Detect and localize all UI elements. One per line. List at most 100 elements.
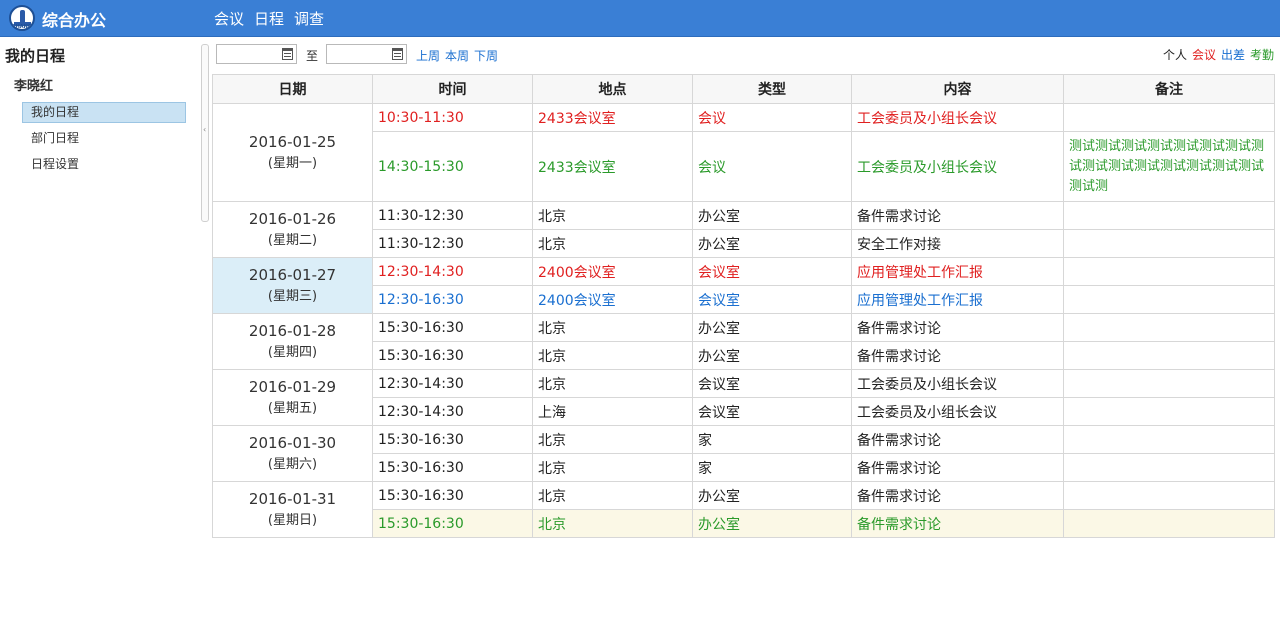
start-date-input[interactable] — [216, 44, 297, 64]
prev-week-link[interactable]: 上周 — [416, 47, 440, 64]
table-row[interactable]: 2016-01-30 (星期六) 15:30-16:30 北京家备件需求讨论 — [212, 425, 1275, 482]
date-cell[interactable]: 2016-01-30 (星期六) — [212, 425, 373, 482]
sidebar-user[interactable]: 李晓红 — [14, 75, 53, 94]
note-cell — [1063, 425, 1275, 454]
table-row[interactable]: 12:30-16:30 2400会议室 会议室 应用管理处工作汇报 — [213, 285, 1275, 314]
content-cell: 安全工作对接 — [851, 229, 1064, 258]
content-cell: 备件需求讨论 — [851, 201, 1064, 230]
type-legend: 个人 会议 出差 考勤 — [1163, 46, 1274, 63]
date-cell[interactable]: 2016-01-31 (星期日) — [212, 481, 373, 538]
type-cell: 办公室 — [692, 201, 852, 230]
logo-text: SHANGHAI — [12, 24, 33, 30]
legend-personal[interactable]: 个人 — [1163, 46, 1187, 63]
col-header-time[interactable]: 时间 — [372, 74, 533, 104]
time-cell: 15:30-16:30 — [372, 453, 533, 482]
app-logo[interactable]: SHANGHAI — [9, 5, 35, 31]
table-row[interactable]: 2016-01-27 (星期三) 12:30-14:30 2400会议室 会议室 应用管理… — [212, 257, 1275, 314]
time-cell: 14:30-15:30 — [372, 131, 533, 202]
time-cell: 11:30-12:30 — [372, 229, 533, 258]
table-row[interactable]: 2016-01-29 (星期五) 12:30-14:30 北京 会议室 工会委员及小组长会… — [212, 369, 1275, 426]
date-cell[interactable]: 2016-01-29 (星期五) — [212, 369, 373, 426]
type-cell: 会议室 — [692, 285, 852, 314]
weekday-text: (星期六) — [267, 456, 318, 472]
content-cell: 备件需求讨论 — [851, 341, 1064, 370]
table-row[interactable]: 15:30-16:30 北京 办公室 备件需求讨论 — [213, 341, 1275, 370]
table-row[interactable]: 12:30-14:30 上海 会议室 工会委员及小组长会议 — [213, 397, 1275, 426]
weekday-text: (星期五) — [267, 400, 318, 416]
note-cell — [1063, 341, 1275, 370]
note-cell — [1063, 201, 1275, 230]
calendar-icon[interactable] — [392, 48, 403, 60]
table-row[interactable]: 2016-01-31 (星期日) 15:30-16:30 北京 办公室 备件需求讨论 — [212, 481, 1275, 538]
time-cell: 15:30-16:30 — [372, 509, 533, 538]
col-header-note[interactable]: 备注 — [1063, 74, 1275, 104]
nav-schedule[interactable]: 日程 — [254, 8, 284, 29]
type-cell: 会议 — [692, 103, 852, 132]
note-cell — [1063, 453, 1275, 482]
legend-attendance[interactable]: 考勤 — [1250, 46, 1274, 63]
content-cell: 应用管理处工作汇报 — [851, 285, 1064, 314]
place-cell: 北京 — [532, 369, 693, 398]
content-cell: 工会委员及小组长会议 — [851, 103, 1064, 132]
place-cell: 北京 — [532, 201, 693, 230]
place-cell: 北京 — [532, 229, 693, 258]
table-header-row: 日期 时间 地点 类型 内容 备注 — [212, 74, 1275, 104]
sidebar-collapse-handle[interactable]: ‹ — [201, 44, 209, 222]
sidebar-item-dept-schedule[interactable]: 部门日程 — [22, 128, 186, 149]
place-cell: 北京 — [532, 341, 693, 370]
schedule-body: 2016-01-25 (星期一) 10:30-11:30 2433会议室 会议 工会委员及… — [212, 103, 1275, 538]
sidebar-item-schedule-settings[interactable]: 日程设置 — [22, 154, 186, 175]
note-cell — [1063, 397, 1275, 426]
date-text: 2016-01-28 — [248, 321, 337, 340]
weekday-text: (星期一) — [267, 155, 318, 171]
top-nav: 会议 日程 调查 — [214, 8, 324, 29]
table-row[interactable]: 15:30-16:30 北京家备件需求讨论 — [213, 453, 1275, 482]
weekday-text: (星期三) — [267, 288, 318, 304]
type-cell: 办公室 — [692, 509, 852, 538]
table-row[interactable]: 11:30-12:30 北京 办公室 安全工作对接 — [213, 229, 1275, 258]
type-cell: 会议室 — [692, 397, 852, 426]
place-cell: 北京 — [532, 425, 693, 454]
note-cell — [1063, 509, 1275, 538]
weekday-text: (星期日) — [267, 512, 318, 528]
calendar-icon[interactable] — [282, 48, 293, 60]
content-cell: 备件需求讨论 — [851, 425, 1064, 454]
legend-meeting[interactable]: 会议 — [1192, 46, 1216, 63]
end-date-input[interactable] — [326, 44, 407, 64]
note-cell: 测试测试测试测试测试测试测试测试测试测试测试测试测试测试测试测试测 — [1063, 131, 1275, 202]
content-cell: 备件需求讨论 — [851, 453, 1064, 482]
col-header-place[interactable]: 地点 — [532, 74, 693, 104]
time-cell: 10:30-11:30 — [372, 103, 533, 132]
date-cell[interactable]: 2016-01-27 (星期三) — [212, 257, 373, 314]
table-row[interactable]: 14:30-15:30 2433会议室 会议 工会委员及小组长会议 测试测试测试测试测试… — [213, 131, 1275, 202]
type-cell: 办公室 — [692, 481, 852, 510]
this-week-link[interactable]: 本周 — [445, 47, 469, 64]
col-header-type[interactable]: 类型 — [692, 74, 852, 104]
time-cell: 11:30-12:30 — [372, 201, 533, 230]
next-week-link[interactable]: 下周 — [474, 47, 498, 64]
sidebar-item-my-schedule[interactable]: 我的日程 — [22, 102, 186, 123]
table-row[interactable]: 2016-01-25 (星期一) 10:30-11:30 2433会议室 会议 工会委员及… — [212, 103, 1275, 202]
nav-meeting[interactable]: 会议 — [214, 8, 244, 29]
date-cell[interactable]: 2016-01-25 (星期一) — [212, 103, 373, 202]
content-cell: 工会委员及小组长会议 — [851, 397, 1064, 426]
date-text: 2016-01-26 — [248, 209, 337, 228]
content-cell: 工会委员及小组长会议 — [851, 131, 1064, 202]
col-header-date[interactable]: 日期 — [212, 74, 373, 104]
col-header-content[interactable]: 内容 — [851, 74, 1064, 104]
table-row[interactable]: 2016-01-28 (星期四) 15:30-16:30 北京 办公室 备件需求讨论 — [212, 313, 1275, 370]
place-cell: 2433会议室 — [532, 131, 693, 202]
note-cell — [1063, 481, 1275, 510]
date-cell[interactable]: 2016-01-28 (星期四) — [212, 313, 373, 370]
table-row[interactable]: 15:30-16:30 北京 办公室 备件需求讨论 — [213, 509, 1275, 538]
nav-survey[interactable]: 调查 — [294, 8, 324, 29]
app-title: 综合办公 — [42, 11, 107, 30]
legend-business-trip[interactable]: 出差 — [1221, 46, 1245, 63]
content-cell: 备件需求讨论 — [851, 481, 1064, 510]
time-cell: 12:30-14:30 — [372, 397, 533, 426]
table-row[interactable]: 2016-01-26 (星期二) 11:30-12:30 北京 办公室 备件需求讨论 — [212, 201, 1275, 258]
schedule-table: 日期 时间 地点 类型 内容 备注 2016-01-25 (星期一) 10:30-1… — [212, 74, 1275, 538]
to-label: 至 — [306, 49, 319, 63]
date-cell[interactable]: 2016-01-26 (星期二) — [212, 201, 373, 258]
note-cell — [1063, 229, 1275, 258]
